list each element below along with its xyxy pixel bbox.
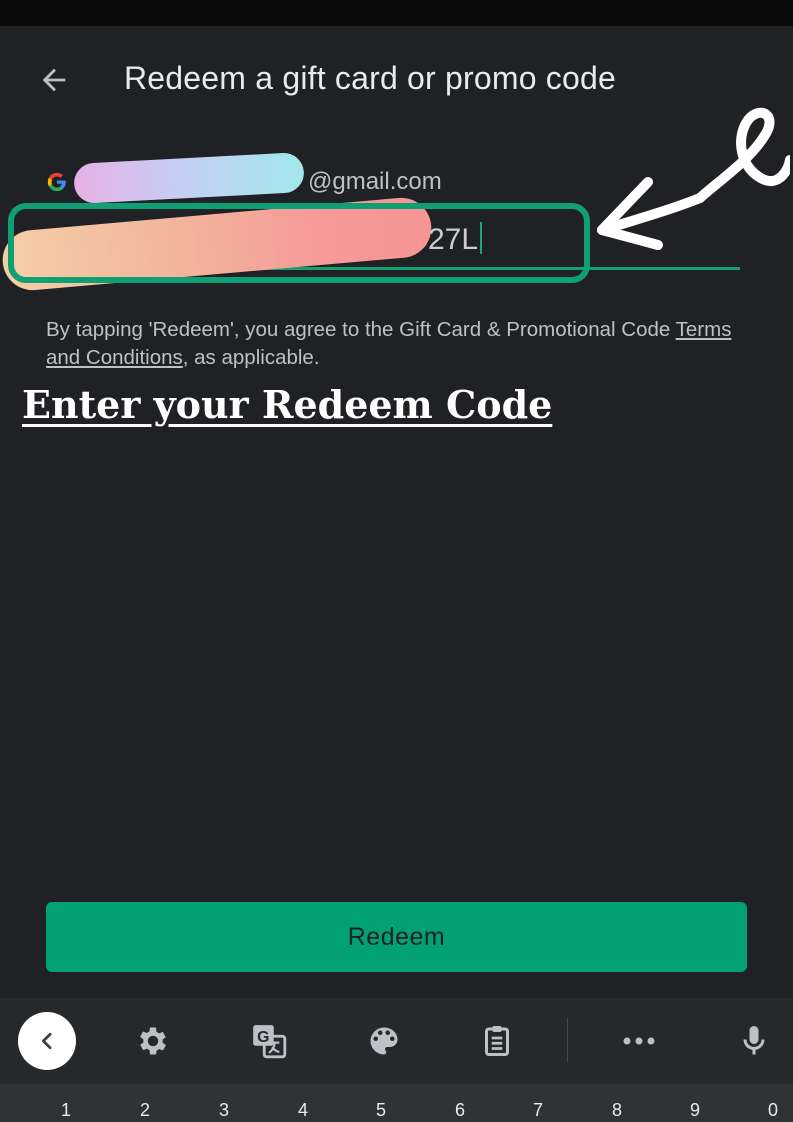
keyboard-toolbar: G [0, 998, 793, 1084]
voice-input-button[interactable] [735, 1022, 773, 1060]
key-7[interactable]: 7 [518, 1100, 558, 1121]
annotation-arrow-icon [597, 107, 790, 250]
mic-icon [743, 1026, 765, 1055]
palette-icon [370, 1027, 398, 1055]
theme-button[interactable] [365, 1022, 403, 1060]
toolbar-divider [567, 1018, 568, 1062]
account-email: @gmail.com [308, 168, 442, 195]
keyboard-number-row: 1 2 3 4 5 6 7 8 9 0 [0, 1084, 793, 1122]
translate-button[interactable]: G [250, 1022, 288, 1060]
key-4[interactable]: 4 [283, 1100, 323, 1121]
key-1[interactable]: 1 [46, 1100, 86, 1121]
terms-text: By tapping 'Redeem', you agree to the Gi… [46, 318, 732, 369]
annotation-heading: Enter your Redeem Code [22, 382, 553, 427]
keyboard-collapse-button[interactable] [18, 1012, 76, 1070]
annotation-highlight-box [8, 203, 590, 283]
clipboard-button[interactable] [478, 1022, 516, 1060]
more-icon [623, 1037, 655, 1045]
gear-icon [140, 1027, 166, 1055]
settings-button[interactable] [134, 1022, 172, 1060]
back-button[interactable] [30, 56, 78, 104]
key-0[interactable]: 0 [753, 1100, 793, 1121]
chevron-left-icon [41, 1032, 52, 1050]
translate-icon: G [253, 1025, 287, 1059]
more-options-button[interactable] [620, 1022, 658, 1060]
google-logo-icon [47, 172, 66, 192]
key-8[interactable]: 8 [597, 1100, 637, 1121]
page-title: Redeem a gift card or promo code [124, 60, 616, 96]
back-arrow-icon [42, 68, 66, 92]
svg-text:G: G [257, 1029, 269, 1046]
clipboard-icon [485, 1026, 509, 1056]
key-2[interactable]: 2 [125, 1100, 165, 1121]
key-6[interactable]: 6 [440, 1100, 480, 1121]
key-9[interactable]: 9 [675, 1100, 715, 1121]
redeem-button[interactable]: Redeem [46, 902, 747, 972]
key-3[interactable]: 3 [204, 1100, 244, 1121]
status-bar [0, 0, 793, 26]
key-5[interactable]: 5 [361, 1100, 401, 1121]
